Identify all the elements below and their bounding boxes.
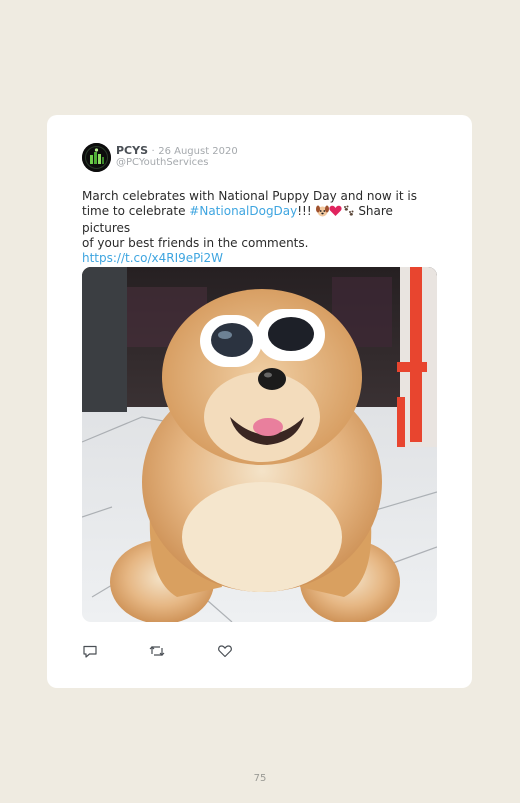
tweet-image[interactable]	[82, 267, 437, 622]
avatar[interactable]	[82, 143, 111, 172]
separator: ·	[151, 146, 155, 157]
text-before-hashtag: time to celebrate	[82, 204, 190, 218]
tweet-link[interactable]: https://t.co/x4RI9ePi2W	[82, 251, 223, 265]
page-number: 75	[253, 773, 267, 784]
text-line-3: of your best friends in the comments.	[82, 236, 309, 250]
heart-icon[interactable]	[217, 643, 233, 659]
text-line-1: March celebrates with National Puppy Day…	[82, 189, 417, 203]
user-handle[interactable]: @PCYouthServices	[116, 157, 209, 168]
retweet-icon[interactable]	[149, 643, 165, 659]
tweet-text: March celebrates with National Puppy Day…	[82, 189, 442, 266]
tweet-card: PCYS · 26 August 2020 @PCYouthServices M…	[47, 115, 472, 688]
paw-prints-icon	[342, 205, 355, 221]
hashtag-link[interactable]: #NationalDogDay	[189, 204, 297, 218]
display-name[interactable]: PCYS	[116, 144, 148, 157]
dog-face-icon	[315, 205, 329, 221]
reply-icon[interactable]	[82, 643, 98, 659]
red-heart-icon	[328, 205, 342, 221]
tweet-header: PCYS · 26 August 2020	[116, 144, 238, 158]
tweet-date[interactable]: 26 August 2020	[158, 146, 238, 157]
text-after-hashtag: !!!	[297, 204, 316, 218]
